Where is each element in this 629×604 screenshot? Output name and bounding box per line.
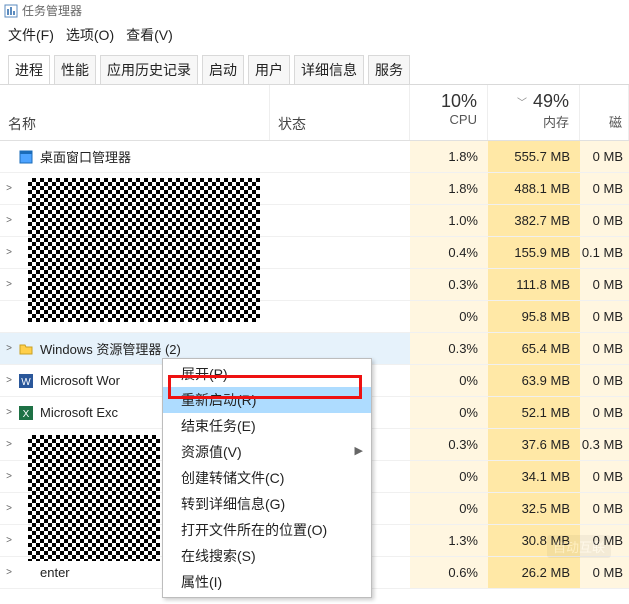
cpu-cell: 0% bbox=[410, 461, 488, 492]
expand-toggle[interactable]: > bbox=[0, 471, 18, 482]
cpu-cell: 1.3% bbox=[410, 525, 488, 556]
mem-cell: 488.1 MB bbox=[488, 173, 580, 204]
mem-cell: 26.2 MB bbox=[488, 557, 580, 588]
tab-startup[interactable]: 启动 bbox=[202, 55, 244, 84]
cpu-cell: 0.4% bbox=[410, 237, 488, 268]
expand-toggle[interactable]: > bbox=[0, 535, 18, 546]
disk-cell: 0 MB bbox=[580, 365, 629, 396]
column-headers: 名称 状态 10% CPU ﹀49% 内存 磁 bbox=[0, 85, 629, 141]
mem-cell: 382.7 MB bbox=[488, 205, 580, 236]
tab-processes[interactable]: 进程 bbox=[8, 55, 50, 84]
expand-toggle[interactable]: > bbox=[0, 439, 18, 450]
cpu-cell: 0% bbox=[410, 493, 488, 524]
disk-cell: 0 MB bbox=[580, 141, 629, 172]
context-menu-item[interactable]: 展开(P) bbox=[163, 361, 371, 387]
expand-toggle[interactable]: > bbox=[0, 503, 18, 514]
mem-cell: 52.1 MB bbox=[488, 397, 580, 428]
svg-text:X: X bbox=[23, 409, 30, 420]
expand-toggle[interactable]: > bbox=[0, 279, 18, 290]
cpu-cell: 1.8% bbox=[410, 173, 488, 204]
process-icon bbox=[18, 149, 34, 165]
expand-toggle[interactable]: > bbox=[0, 215, 18, 226]
censored-region bbox=[28, 178, 260, 322]
expand-toggle[interactable]: > bbox=[0, 375, 18, 386]
cpu-cell: 0.3% bbox=[410, 269, 488, 300]
disk-cell: 0 MB bbox=[580, 493, 629, 524]
mem-cell: 32.5 MB bbox=[488, 493, 580, 524]
mem-cell: 63.9 MB bbox=[488, 365, 580, 396]
menubar: 文件(F) 选项(O) 查看(V) bbox=[0, 21, 629, 49]
disk-cell: 0 MB bbox=[580, 461, 629, 492]
menu-view[interactable]: 查看(V) bbox=[126, 25, 173, 45]
menu-file[interactable]: 文件(F) bbox=[8, 25, 54, 45]
mem-cell: 111.8 MB bbox=[488, 269, 580, 300]
disk-cell: 0 MB bbox=[580, 397, 629, 428]
expand-toggle[interactable]: > bbox=[0, 567, 18, 578]
disk-cell: 0 MB bbox=[580, 525, 629, 556]
tab-services[interactable]: 服务 bbox=[368, 55, 410, 84]
col-status[interactable]: 状态 bbox=[270, 85, 410, 140]
mem-cell: 555.7 MB bbox=[488, 141, 580, 172]
process-icon: W bbox=[18, 373, 34, 389]
disk-cell: 0.1 MB bbox=[580, 237, 629, 268]
disk-cell: 0.3 MB bbox=[580, 429, 629, 460]
menu-options[interactable]: 选项(O) bbox=[66, 25, 114, 45]
mem-cell: 37.6 MB bbox=[488, 429, 580, 460]
submenu-arrow-icon: ▶ bbox=[355, 444, 363, 457]
task-manager-icon bbox=[4, 4, 18, 18]
disk-cell: 0 MB bbox=[580, 269, 629, 300]
context-menu-item[interactable]: 资源值(V)▶ bbox=[163, 439, 371, 465]
svg-text:W: W bbox=[21, 377, 31, 388]
cpu-cell: 0.3% bbox=[410, 429, 488, 460]
disk-cell: 0 MB bbox=[580, 557, 629, 588]
mem-cell: 34.1 MB bbox=[488, 461, 580, 492]
censored-region bbox=[28, 435, 160, 561]
expand-toggle[interactable]: > bbox=[0, 183, 18, 194]
cpu-cell: 0% bbox=[410, 301, 488, 332]
disk-cell: 0 MB bbox=[580, 301, 629, 332]
disk-cell: 0 MB bbox=[580, 173, 629, 204]
cpu-cell: 0% bbox=[410, 365, 488, 396]
process-name: Windows 资源管理器 (2) bbox=[18, 339, 270, 358]
col-cpu[interactable]: 10% CPU bbox=[410, 85, 488, 140]
table-row[interactable]: 桌面窗口管理器 1.8%555.7 MB0 MB bbox=[0, 141, 629, 173]
mem-cell: 65.4 MB bbox=[488, 333, 580, 364]
expand-toggle[interactable]: > bbox=[0, 247, 18, 258]
process-icon: X bbox=[18, 405, 34, 421]
tab-details[interactable]: 详细信息 bbox=[294, 55, 364, 84]
mem-cell: 155.9 MB bbox=[488, 237, 580, 268]
process-name: 桌面窗口管理器 bbox=[18, 147, 270, 166]
context-menu-item[interactable]: 重新启动(R) bbox=[163, 387, 371, 413]
process-icon bbox=[18, 565, 34, 581]
process-icon bbox=[18, 341, 34, 357]
col-disk[interactable]: 磁 bbox=[580, 85, 629, 140]
disk-cell: 0 MB bbox=[580, 333, 629, 364]
cpu-cell: 0.3% bbox=[410, 333, 488, 364]
titlebar: 任务管理器 bbox=[0, 0, 629, 21]
expand-toggle[interactable]: > bbox=[0, 407, 18, 418]
col-name[interactable]: 名称 bbox=[0, 85, 270, 140]
cpu-cell: 1.0% bbox=[410, 205, 488, 236]
context-menu: 展开(P)重新启动(R)结束任务(E)资源值(V)▶创建转储文件(C)转到详细信… bbox=[162, 358, 372, 598]
context-menu-item[interactable]: 结束任务(E) bbox=[163, 413, 371, 439]
context-menu-item[interactable]: 创建转储文件(C) bbox=[163, 465, 371, 491]
tab-users[interactable]: 用户 bbox=[248, 55, 290, 84]
chevron-down-icon: ﹀ bbox=[517, 94, 527, 109]
col-mem[interactable]: ﹀49% 内存 bbox=[488, 85, 580, 140]
cpu-cell: 0% bbox=[410, 397, 488, 428]
cpu-cell: 1.8% bbox=[410, 141, 488, 172]
cpu-cell: 0.6% bbox=[410, 557, 488, 588]
tabs: 进程 性能 应用历史记录 启动 用户 详细信息 服务 bbox=[0, 49, 629, 85]
mem-cell: 30.8 MB bbox=[488, 525, 580, 556]
context-menu-item[interactable]: 属性(I) bbox=[163, 569, 371, 595]
tab-performance[interactable]: 性能 bbox=[54, 55, 96, 84]
context-menu-item[interactable]: 打开文件所在的位置(O) bbox=[163, 517, 371, 543]
tab-app-history[interactable]: 应用历史记录 bbox=[100, 55, 198, 84]
mem-cell: 95.8 MB bbox=[488, 301, 580, 332]
context-menu-item[interactable]: 转到详细信息(G) bbox=[163, 491, 371, 517]
window-title: 任务管理器 bbox=[22, 2, 82, 19]
expand-toggle[interactable]: > bbox=[0, 343, 18, 354]
disk-cell: 0 MB bbox=[580, 205, 629, 236]
context-menu-item[interactable]: 在线搜索(S) bbox=[163, 543, 371, 569]
